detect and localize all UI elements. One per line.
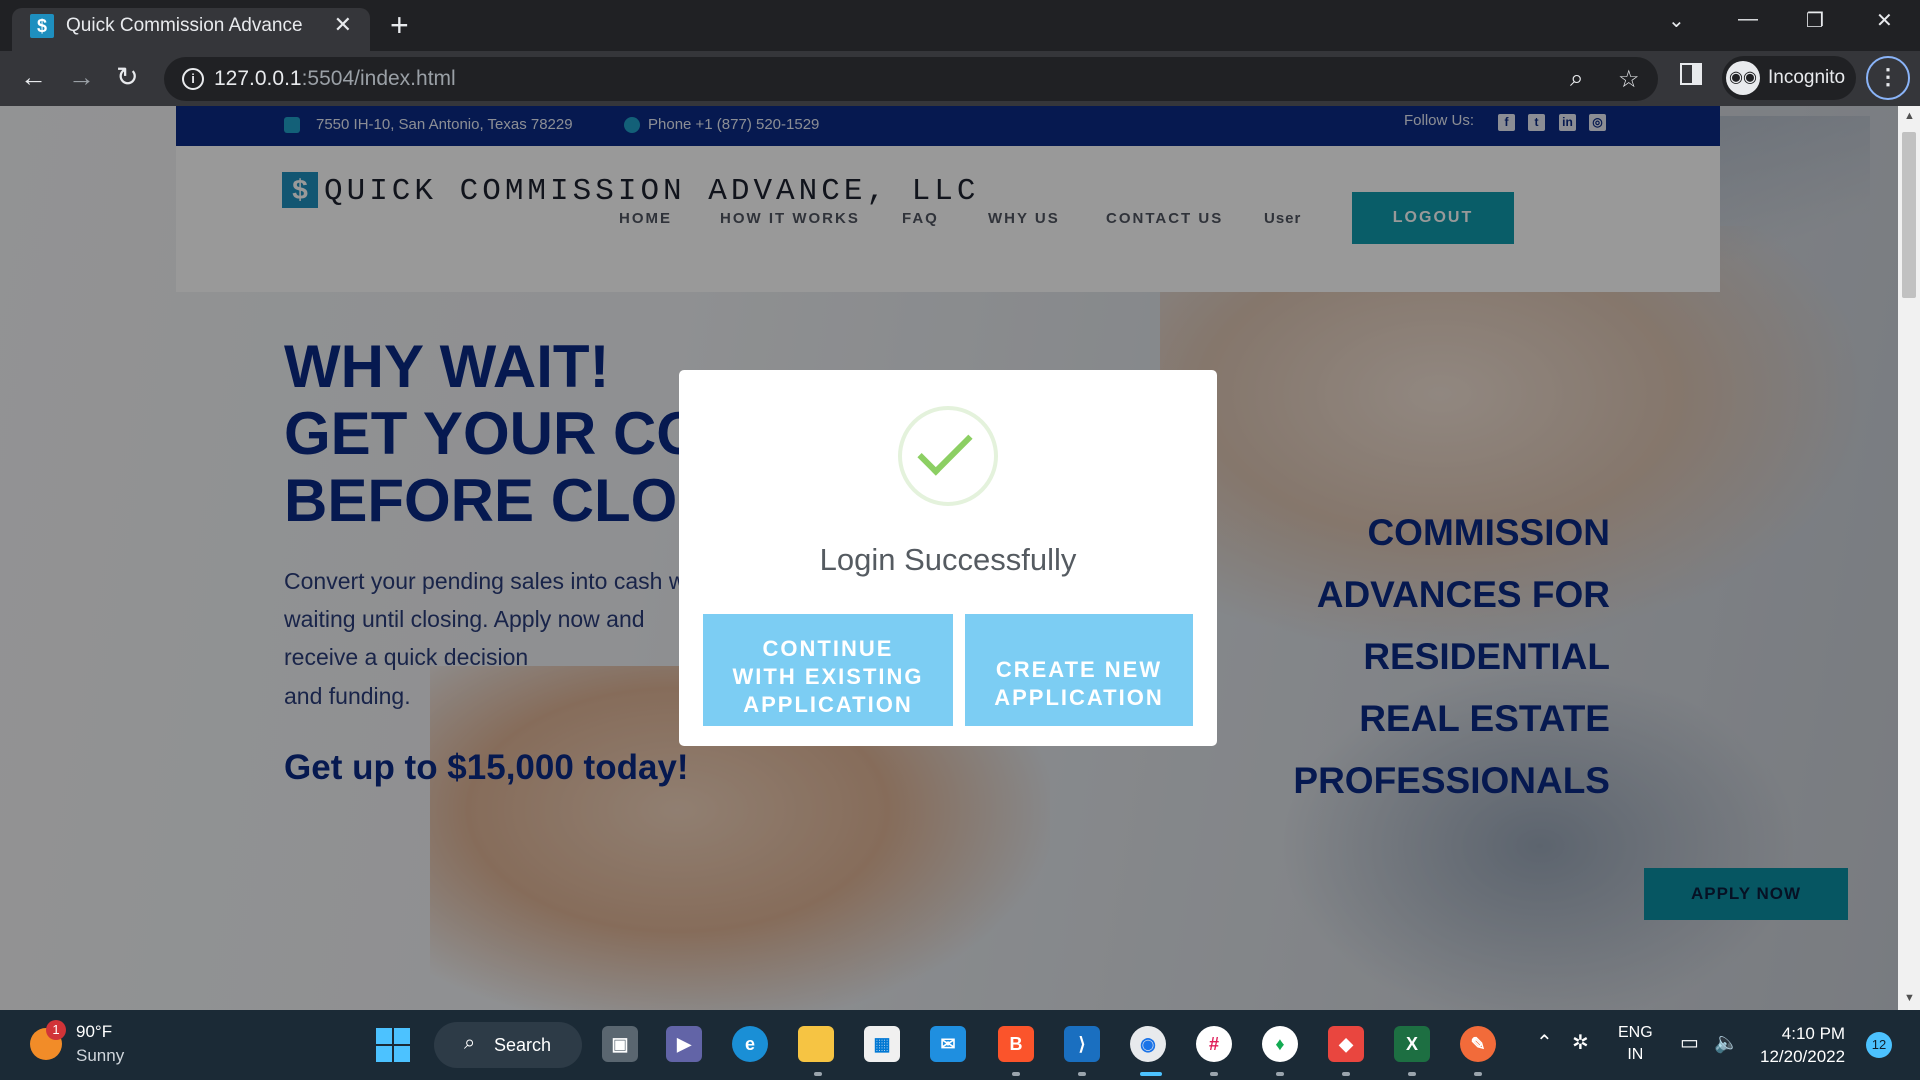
slack-icon[interactable]: # <box>1196 1026 1232 1062</box>
taskbar-search[interactable]: ⌕ Search <box>434 1022 582 1068</box>
scroll-thumb[interactable] <box>1902 132 1916 298</box>
side-panel-icon[interactable] <box>1680 63 1702 85</box>
modal-title: Login Successfully <box>819 542 1077 577</box>
new-tab-button[interactable]: + <box>390 8 409 42</box>
page-viewport: 7550 IH-10, San Antonio, Texas 78229 Pho… <box>0 106 1898 1010</box>
address-bar[interactable]: i 127.0.0.1:5504/index.html ⌕ ☆ <box>164 57 1658 101</box>
forward-button[interactable]: → <box>68 61 95 93</box>
zoom-icon[interactable]: ⌕ <box>1570 65 1583 93</box>
site-info-icon[interactable]: i <box>182 68 204 90</box>
file-explorer-icon[interactable] <box>798 1026 834 1062</box>
scroll-up-icon[interactable]: ▲ <box>1904 110 1915 122</box>
tab-title: Quick Commission Advance <box>66 15 303 36</box>
bookmark-star-icon[interactable]: ☆ <box>1618 65 1640 94</box>
microsoft-store-icon[interactable]: ▦ <box>864 1026 900 1062</box>
notification-count-badge[interactable]: 12 <box>1866 1032 1892 1058</box>
create-new-application-button[interactable]: CREATE NEW APPLICATION <box>965 614 1193 726</box>
scroll-down-icon[interactable]: ▼ <box>1904 992 1915 1004</box>
close-window-button[interactable]: ✕ <box>1876 8 1893 33</box>
minimize-button[interactable]: — <box>1738 8 1758 31</box>
close-tab-icon[interactable]: ✕ <box>334 12 352 38</box>
back-button[interactable]: ← <box>20 61 47 93</box>
excel-icon[interactable]: X <box>1394 1026 1430 1062</box>
browser-tabstrip: $ Quick Commission Advance ✕ + ⌄ — ❐ ✕ <box>0 0 1920 51</box>
windows-taskbar: 1 90°F Sunny ⌕ Search ▣ ▶ e ▦ ✉ B ⟩ ◉ # … <box>0 1010 1920 1080</box>
show-hidden-icons-chevron-icon[interactable]: ⌃ <box>1536 1030 1553 1055</box>
mail-icon[interactable]: ✉ <box>930 1026 966 1062</box>
task-view-icon[interactable]: ▣ <box>602 1026 638 1062</box>
language-indicator[interactable]: ENG IN <box>1618 1022 1653 1066</box>
restore-button[interactable]: ❐ <box>1806 8 1824 33</box>
vscode-icon[interactable]: ⟩ <box>1064 1026 1100 1062</box>
incognito-label: Incognito <box>1768 67 1846 88</box>
edge-browser-icon[interactable]: e <box>732 1026 768 1062</box>
teams-chat-icon[interactable]: ▶ <box>666 1026 702 1062</box>
browser-menu-button[interactable]: ⋮ <box>1866 56 1910 100</box>
incognito-profile-button[interactable]: ◉◉ Incognito <box>1722 56 1856 100</box>
search-icon: ⌕ <box>464 1032 476 1054</box>
chrome-icon[interactable]: ◉ <box>1130 1026 1166 1062</box>
login-success-modal: Login Successfully CONTINUE WITH EXISTIN… <box>679 370 1217 746</box>
continue-existing-application-button[interactable]: CONTINUE WITH EXISTING APPLICATION <box>703 614 953 726</box>
brightness-icon[interactable]: ✲ <box>1572 1030 1589 1055</box>
page-scrollbar[interactable]: ▲ ▼ <box>1898 106 1920 1010</box>
url-text: 127.0.0.1:5504/index.html <box>214 67 456 90</box>
system-clock[interactable]: 4:10 PM 12/20/2022 <box>1760 1022 1845 1068</box>
brave-browser-icon[interactable]: B <box>998 1026 1034 1062</box>
search-label: Search <box>494 1035 552 1055</box>
network-icon[interactable]: ▭ <box>1680 1030 1699 1055</box>
weather-condition[interactable]: Sunny <box>76 1046 124 1066</box>
postman-icon[interactable]: ✎ <box>1460 1026 1496 1062</box>
reload-button[interactable]: ↻ <box>116 61 139 93</box>
mongodb-compass-icon[interactable]: ♦ <box>1262 1026 1298 1062</box>
incognito-icon: ◉◉ <box>1726 61 1760 95</box>
browser-tab[interactable]: $ Quick Commission Advance ✕ <box>12 8 370 51</box>
volume-icon[interactable]: 🔈 <box>1714 1030 1739 1055</box>
site-favicon-icon: $ <box>30 14 54 38</box>
start-button[interactable] <box>376 1028 410 1062</box>
tab-search-icon[interactable]: ⌄ <box>1668 8 1685 33</box>
success-check-icon <box>898 406 998 506</box>
anydesk-icon[interactable]: ◆ <box>1328 1026 1364 1062</box>
browser-toolbar: ← → ↻ i 127.0.0.1:5504/index.html ⌕ ☆ ◉◉… <box>0 51 1920 106</box>
weather-temperature[interactable]: 90°F <box>76 1022 112 1042</box>
weather-badge: 1 <box>46 1020 66 1040</box>
